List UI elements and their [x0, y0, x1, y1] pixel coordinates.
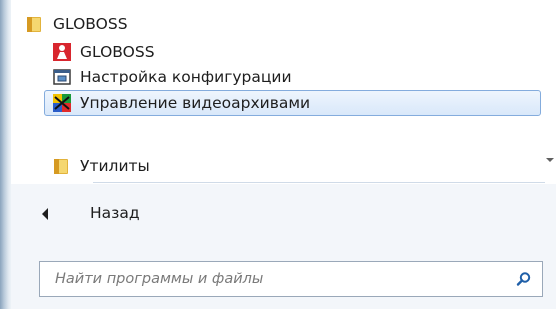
globoss-app-icon	[52, 42, 72, 62]
program-item-label: GLOBOSS	[80, 43, 155, 61]
folder-label: GLOBOSS	[53, 15, 128, 33]
program-item-globoss[interactable]: GLOBOSS	[52, 40, 155, 64]
program-item-label: Настройка конфигурации	[80, 68, 292, 86]
list-divider	[93, 182, 545, 183]
back-label: Назад	[90, 204, 140, 222]
back-arrow-icon	[42, 208, 48, 220]
folder-icon	[25, 14, 45, 34]
program-item-configuration[interactable]: Настройка конфигурации	[52, 65, 292, 89]
search-input[interactable]	[41, 263, 495, 295]
search-box[interactable]	[39, 261, 543, 297]
folder-utilities[interactable]: Утилиты	[52, 154, 150, 178]
folder-label: Утилиты	[80, 157, 150, 175]
programs-list: GLOBOSS GLOBOSS Настройка конфигурации У…	[11, 0, 545, 184]
folder-globoss[interactable]: GLOBOSS	[25, 12, 128, 36]
scroll-down-arrow-icon[interactable]	[546, 158, 554, 162]
folder-icon	[52, 156, 72, 176]
back-button[interactable]: Назад	[11, 194, 556, 234]
video-archive-icon	[52, 93, 72, 113]
search-icon[interactable]	[516, 271, 532, 287]
configuration-window-icon	[52, 67, 72, 87]
start-menu-lower-panel: Назад	[11, 184, 556, 309]
window-left-border	[0, 0, 11, 309]
scrollbar[interactable]	[545, 0, 556, 184]
program-item-label: Управление видеоархивами	[80, 94, 311, 112]
program-item-video-archive[interactable]: Управление видеоархивами	[44, 90, 541, 116]
